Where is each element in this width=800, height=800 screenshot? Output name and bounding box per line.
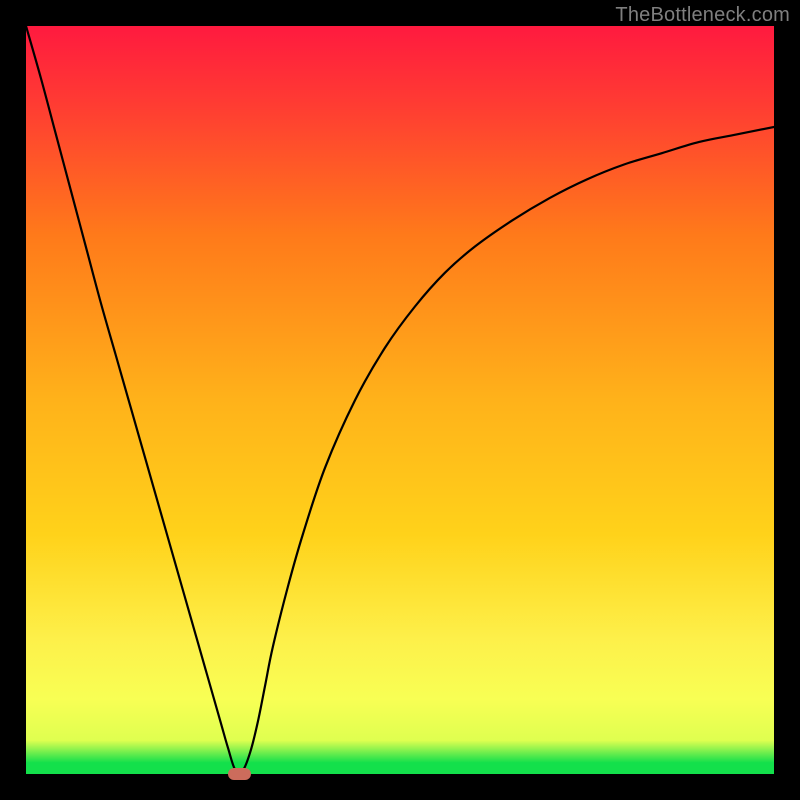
chart-curve bbox=[26, 26, 774, 774]
watermark-label: TheBottleneck.com bbox=[615, 4, 790, 27]
chart-plot-area bbox=[26, 26, 774, 774]
bottleneck-marker bbox=[228, 768, 251, 781]
